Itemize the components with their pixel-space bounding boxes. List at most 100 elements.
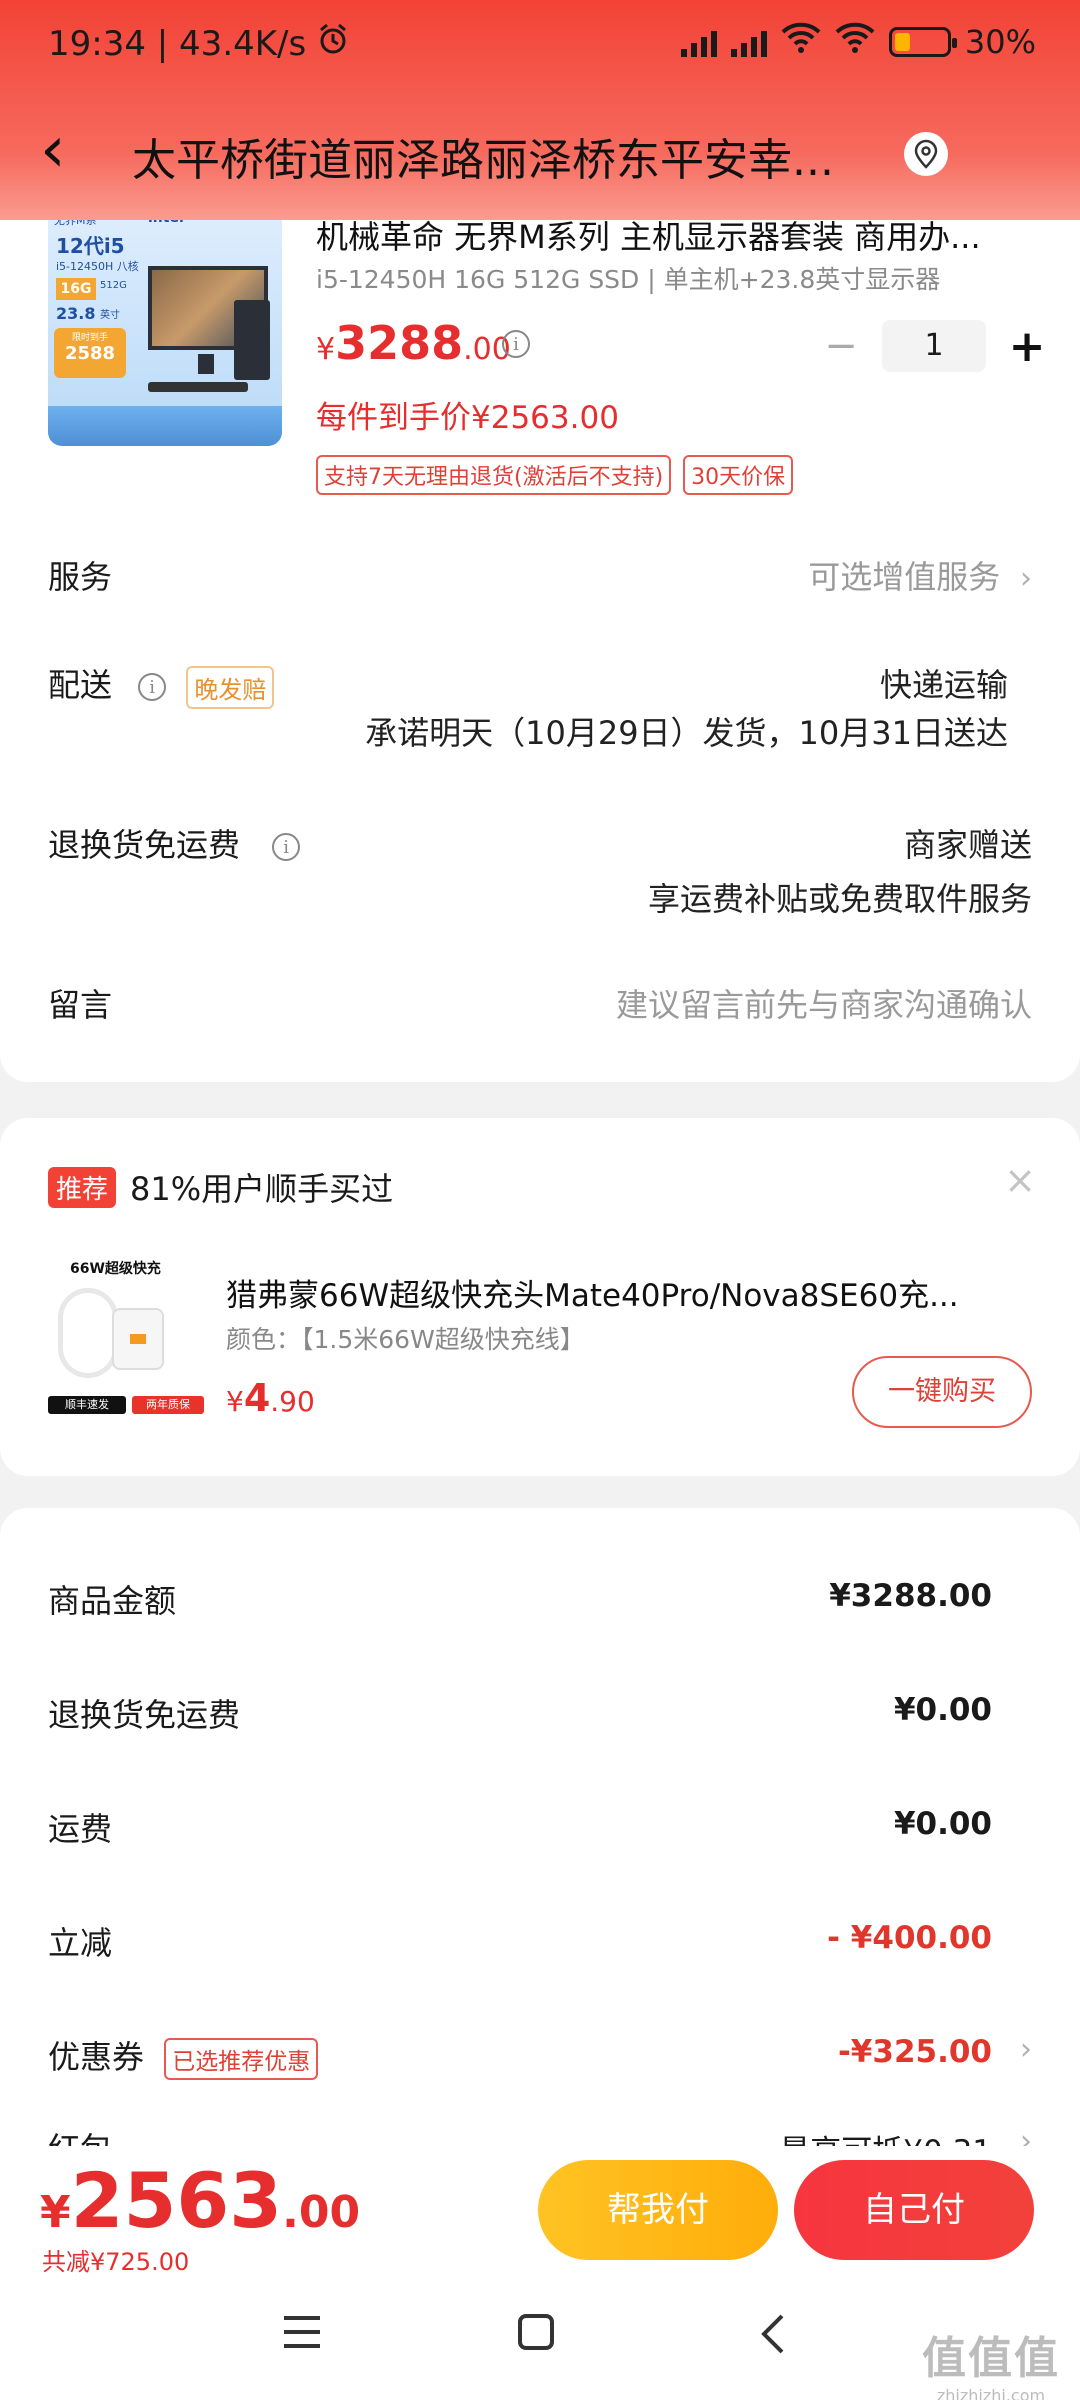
recommend-price-currency: ¥ bbox=[226, 1385, 244, 1418]
status-bar: 19:34 | 43.4K/s 30% bbox=[0, 0, 1080, 95]
summary-label-shipping: 运费 bbox=[48, 1810, 113, 1848]
recommend-card: 推荐 81%用户顺手买过 × 66W超级快充 顺丰速发 两年质保 猎弗蒙66W超… bbox=[0, 1118, 1080, 1476]
charger-image-warranty: 两年质保 bbox=[132, 1396, 204, 1414]
summary-label-return-shipping: 退换货免运费 bbox=[48, 1696, 241, 1734]
delivery-label: 配送 bbox=[48, 666, 113, 704]
status-time-speed: 19:34 | 43.4K/s bbox=[48, 23, 307, 64]
home-icon[interactable] bbox=[516, 2312, 556, 2363]
delivery-info-icon[interactable]: i bbox=[138, 673, 167, 701]
total-currency: ¥ bbox=[40, 2187, 71, 2238]
product-price: ¥ 3288 .00 bbox=[316, 316, 511, 370]
message-row: 留言 建议留言前先与商家沟通确认 bbox=[48, 980, 1032, 1030]
product-image-promo-price: 2588 bbox=[64, 343, 116, 364]
service-row[interactable]: 服务 可选增值服务 › bbox=[48, 552, 1032, 602]
arrival-price: 每件到手价¥2563.00 bbox=[316, 400, 619, 436]
message-label: 留言 bbox=[48, 986, 113, 1024]
product-image[interactable]: 无界M系 intel 12代i5 i5-12450H 八核 16G 512G 2… bbox=[48, 206, 282, 446]
checkout-bar: ¥ 2563 .00 共减¥725.00 帮我付 自己付 值值值 zhizhiz… bbox=[0, 2146, 1080, 2400]
summary-value-goods: ¥3288.00 bbox=[829, 1578, 992, 1614]
alarm-icon bbox=[316, 22, 350, 65]
status-right: 30% bbox=[680, 22, 1036, 62]
summary-row-goods: 商品金额 ¥3288.00 bbox=[48, 1576, 1032, 1626]
keyboard-graphic bbox=[148, 382, 248, 392]
status-left: 19:34 | 43.4K/s bbox=[48, 22, 350, 65]
price-info-icon[interactable]: i bbox=[502, 330, 530, 358]
product-image-cpu: i5-12450H 八核 bbox=[56, 260, 139, 273]
summary-value-coupon: -¥325.00 bbox=[837, 2034, 992, 2070]
delivery-row[interactable]: 配送 i 晚发赔 快递运输 承诺明天（10月29日）发货，10月31日送达 bbox=[48, 660, 1032, 760]
signal-icon-2 bbox=[730, 27, 767, 57]
wifi-icon-2 bbox=[835, 22, 875, 62]
summary-value-discount: - ¥400.00 bbox=[827, 1920, 992, 1956]
price-summary-card: 商品金额 ¥3288.00 退换货免运费 ¥0.00 运费 ¥0.00 立减 -… bbox=[0, 1508, 1080, 2228]
delivery-label-wrap: 配送 i 晚发赔 bbox=[48, 660, 275, 709]
total-price: ¥ 2563 .00 bbox=[40, 2156, 360, 2245]
message-input[interactable]: 建议留言前先与商家沟通确认 bbox=[616, 980, 1032, 1026]
watermark-text: 值值值 bbox=[922, 2333, 1060, 2384]
monitor-stand bbox=[198, 354, 214, 374]
recommend-badge: 推荐 bbox=[48, 1166, 117, 1208]
nav-bar: ‹ 太平桥街道丽泽路丽泽桥东平安幸... bbox=[0, 108, 1080, 200]
quantity-stepper: − 1 + bbox=[816, 320, 1052, 372]
header: 19:34 | 43.4K/s 30% ‹ 太平桥街道丽泽路丽泽桥东平安幸... bbox=[0, 0, 1080, 220]
recommend-item-image[interactable]: 66W超级快充 顺丰速发 两年质保 bbox=[48, 1258, 208, 1418]
charger-image-headline: 66W超级快充 bbox=[70, 1261, 161, 1277]
late-compensation-badge: 晚发赔 bbox=[186, 665, 275, 709]
service-value-wrap: 可选增值服务 › bbox=[808, 552, 1032, 598]
summary-value-shipping: ¥0.00 bbox=[893, 1806, 992, 1842]
watermark-logo: 值值值 zhizhizhi.com bbox=[922, 2322, 1060, 2400]
total-integer: 2563 bbox=[70, 2156, 283, 2245]
product-spec[interactable]: i5-12450H 16G 512G SSD | 单主机+23.8英寸显示器 bbox=[316, 260, 940, 296]
quantity-input[interactable]: 1 bbox=[882, 320, 986, 372]
summary-label-coupon: 优惠券 bbox=[48, 2038, 145, 2076]
price-integer: 3288 bbox=[335, 316, 464, 370]
recommend-item-spec[interactable]: 颜色：【1.5米66W超级快充线】 bbox=[226, 1320, 585, 1356]
return-shipping-line1: 商家赠送 bbox=[903, 826, 1032, 864]
product-image-promo: 限时到手 2588 bbox=[54, 328, 126, 378]
recommend-item-title[interactable]: 猎弗蒙66W超级快充头Mate40Pro/Nova8SE60充... bbox=[226, 1270, 1026, 1315]
quantity-increase-button[interactable]: + bbox=[1002, 321, 1052, 372]
signal-icon bbox=[680, 27, 717, 57]
menu-icon[interactable] bbox=[280, 2312, 324, 2363]
chevron-right-icon: › bbox=[1010, 561, 1032, 596]
order-card: 无界M系 intel 12代i5 i5-12450H 八核 16G 512G 2… bbox=[0, 160, 1080, 1082]
summary-label-goods: 商品金额 bbox=[48, 1582, 177, 1620]
back-button[interactable]: ‹ bbox=[40, 118, 100, 182]
summary-value-return-shipping: ¥0.00 bbox=[893, 1692, 992, 1728]
product-image-screen-unit: 英寸 bbox=[100, 310, 120, 321]
coupon-selected-badge: 已选推荐优惠 bbox=[164, 2038, 319, 2080]
battery-icon bbox=[888, 27, 957, 57]
address-title[interactable]: 太平桥街道丽泽路丽泽桥东平安幸... bbox=[132, 124, 902, 188]
close-icon[interactable]: × bbox=[1004, 1158, 1036, 1202]
watermark-url: zhizhizhi.com bbox=[936, 2386, 1046, 2400]
recommend-header: 推荐 81%用户顺手买过 bbox=[48, 1164, 393, 1210]
summary-label-coupon-wrap: 优惠券 已选推荐优惠 bbox=[48, 2032, 319, 2080]
summary-label-discount: 立减 bbox=[48, 1924, 113, 1962]
pay-myself-button[interactable]: 自己付 bbox=[794, 2160, 1034, 2260]
product-tags: 支持7天无理由退货(激活后不支持) 30天价保 bbox=[316, 455, 794, 495]
product-image-footer bbox=[48, 406, 282, 446]
product-image-promo-label: 限时到手 bbox=[71, 333, 108, 343]
charger-image-shipping: 顺丰速发 bbox=[48, 1396, 126, 1414]
price-currency: ¥ bbox=[316, 332, 336, 367]
return-shipping-label-wrap: 退换货免运费 i bbox=[48, 820, 301, 866]
summary-row-shipping: 运费 ¥0.00 bbox=[48, 1804, 1032, 1854]
recommend-title: 81%用户顺手买过 bbox=[130, 1170, 394, 1208]
back-nav-icon[interactable] bbox=[756, 2312, 788, 2367]
recommend-item-price: ¥ 4 .90 bbox=[226, 1376, 315, 1420]
one-click-buy-button[interactable]: 一键购买 bbox=[852, 1356, 1032, 1428]
help-me-pay-button[interactable]: 帮我付 bbox=[538, 2160, 778, 2260]
charger-graphic bbox=[112, 1308, 164, 1370]
total-reduction: 共减¥725.00 bbox=[42, 2248, 190, 2276]
delivery-promise: 承诺明天（10月29日）发货，10月31日送达 bbox=[365, 714, 1008, 752]
return-shipping-info-icon[interactable]: i bbox=[272, 833, 301, 861]
cable-graphic bbox=[58, 1288, 118, 1378]
summary-row-coupon[interactable]: 优惠券 已选推荐优惠 -¥325.00 › bbox=[48, 2032, 1032, 2082]
wifi-icon bbox=[781, 22, 821, 62]
return-shipping-row[interactable]: 退换货免运费 i 商家赠送 享运费补贴或免费取件服务 bbox=[48, 820, 1032, 920]
location-pin-icon[interactable] bbox=[904, 132, 948, 176]
system-nav-bar: 值值值 zhizhizhi.com bbox=[0, 2302, 1080, 2400]
quantity-decrease-button[interactable]: − bbox=[816, 323, 866, 369]
service-value: 可选增值服务 bbox=[808, 558, 1001, 596]
product-image-ssd: 512G bbox=[100, 280, 127, 291]
